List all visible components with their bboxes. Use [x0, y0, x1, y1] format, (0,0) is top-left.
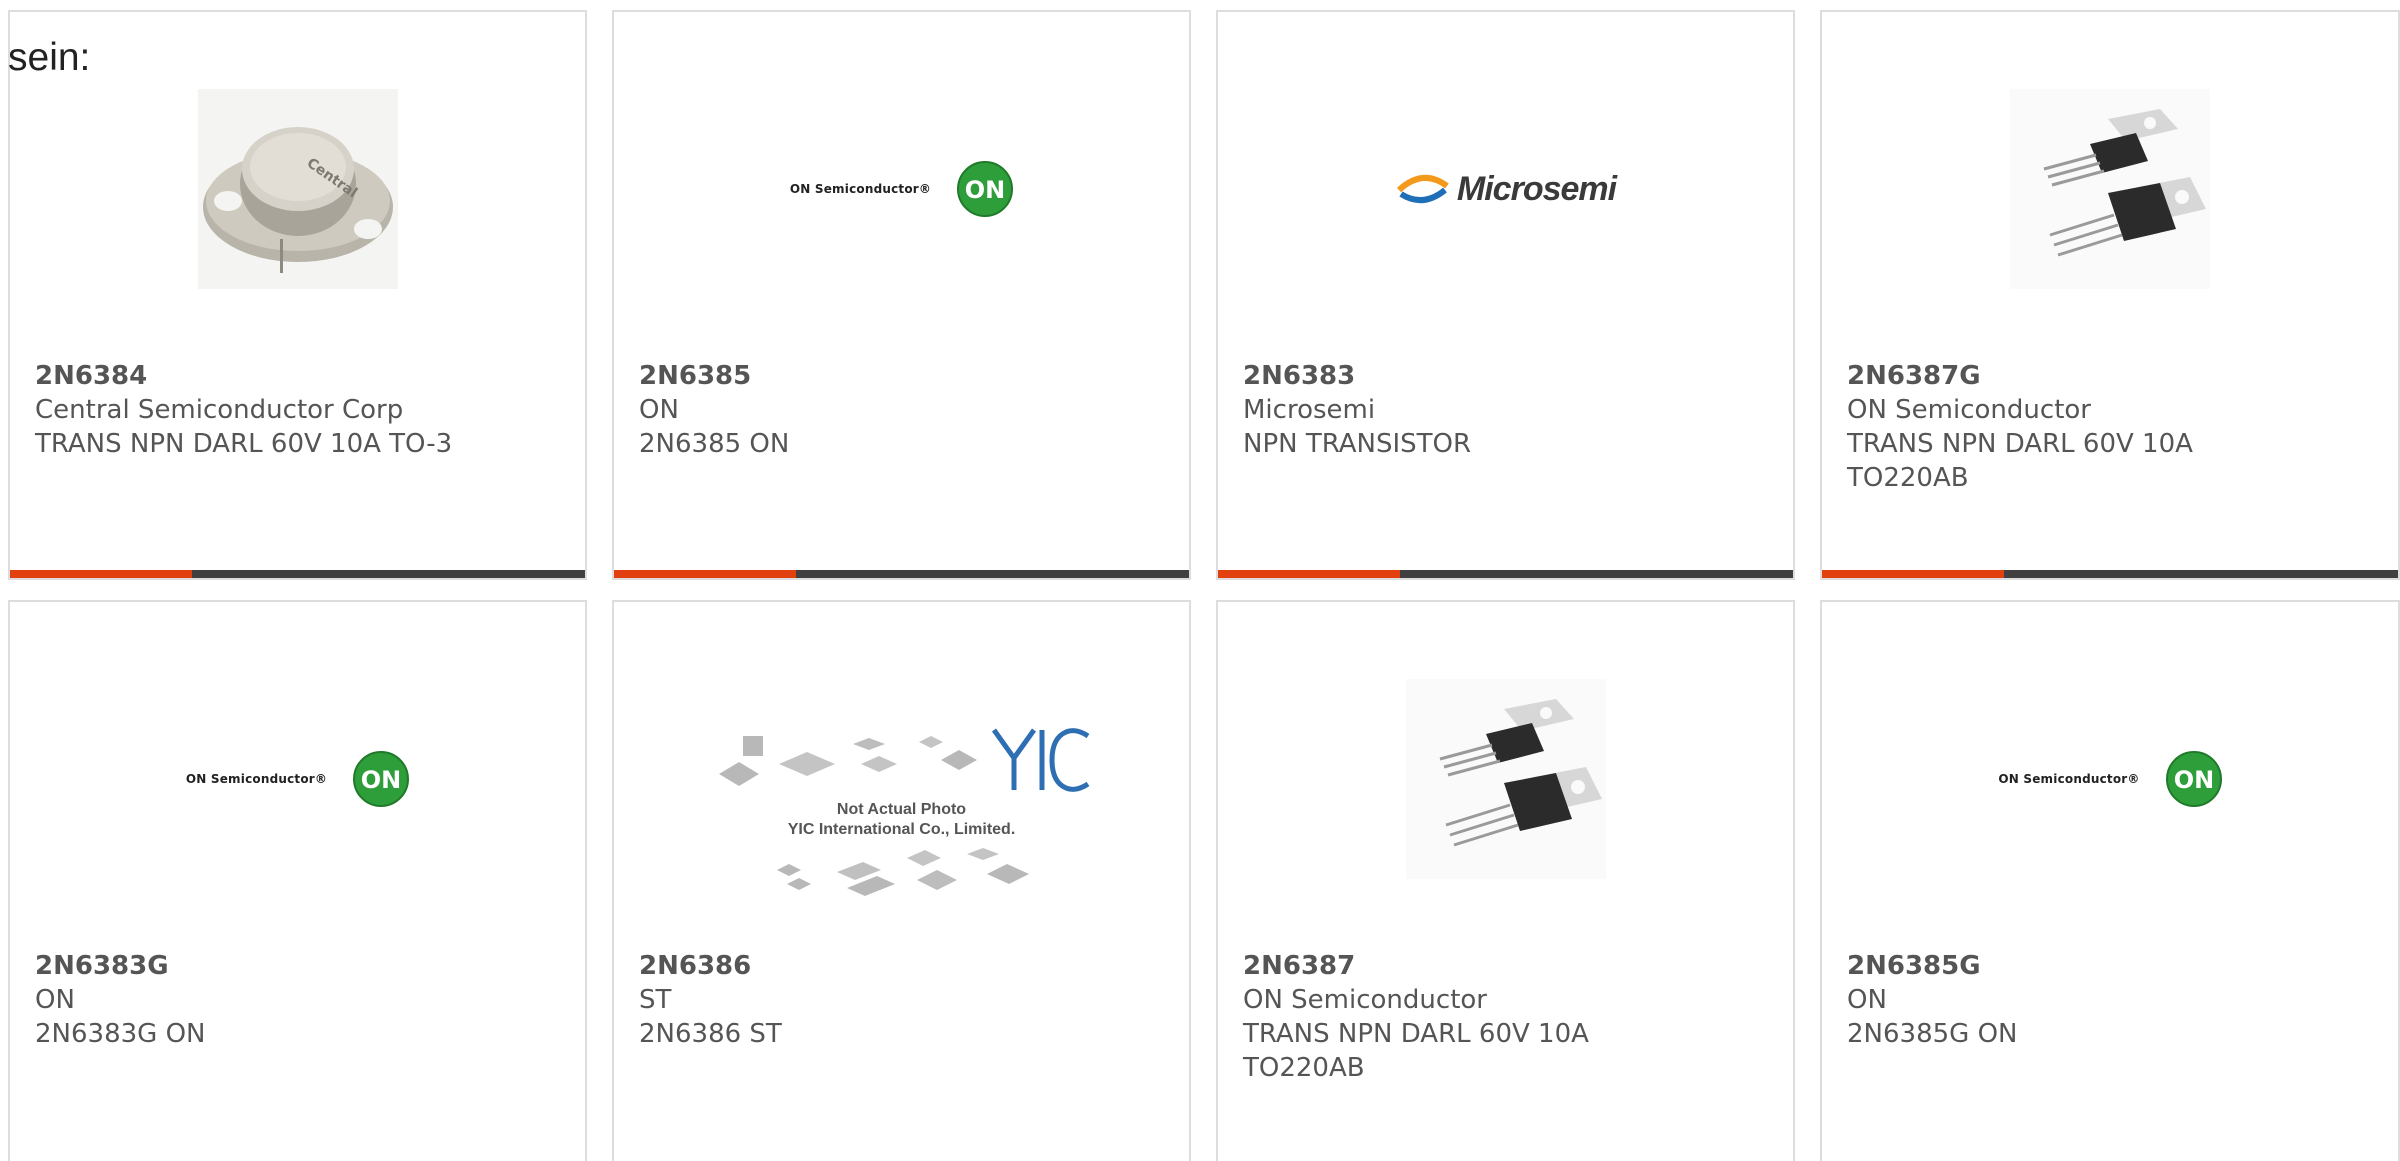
- part-number[interactable]: 2N6384: [35, 359, 565, 393]
- product-image[interactable]: [1218, 670, 1793, 888]
- manufacturer-name: ON: [639, 395, 679, 425]
- on-badge-text: ON: [2173, 766, 2214, 794]
- product-card[interactable]: Central 2N6384 Central Semiconductor Cor…: [8, 10, 587, 580]
- product-card[interactable]: 2N6387 ON Semiconductor TRANS NPN DARL 6…: [1216, 600, 1795, 1161]
- card-bottom-bar: [1218, 570, 1793, 578]
- part-number[interactable]: 2N6385: [639, 359, 1169, 393]
- card-accent-bar: [614, 570, 796, 578]
- on-semiconductor-logo: ON Semiconductor® ON: [1998, 751, 2222, 807]
- product-image[interactable]: Central: [10, 80, 585, 298]
- manufacturer-name: ON: [1847, 985, 1887, 1015]
- part-number[interactable]: 2N6387G: [1847, 359, 2378, 393]
- product-description: 2N6385G ON: [1847, 1019, 2018, 1049]
- manufacturer-name: ON: [35, 985, 75, 1015]
- product-description: TRANS NPN DARL 60V 10A TO-3: [35, 429, 453, 459]
- to3-transistor-photo: Central: [197, 89, 398, 289]
- part-number[interactable]: 2N6387: [1243, 949, 1773, 983]
- microsemi-wordmark: Microsemi: [1456, 169, 1617, 208]
- card-accent-bar: [1218, 570, 1400, 578]
- manufacturer-name: Central Semiconductor Corp: [35, 395, 404, 425]
- card-accent-bar: [10, 570, 192, 578]
- product-card[interactable]: Not Actual Photo YIC International Co., …: [612, 600, 1191, 1161]
- card-bottom-bar: [1822, 570, 2398, 578]
- product-image[interactable]: ON Semiconductor® ON: [1822, 670, 2398, 888]
- ic-chips-top-icon: [718, 736, 977, 786]
- part-number[interactable]: 2N6383: [1243, 359, 1773, 393]
- product-description: 2N6385 ON: [639, 429, 790, 459]
- product-image[interactable]: [1822, 80, 2398, 298]
- product-description: TRANS NPN DARL 60V 10A TO220AB: [1243, 1019, 1589, 1083]
- product-card[interactable]: ON Semiconductor® ON 2N6385G ON 2N6385G …: [1820, 600, 2400, 1161]
- to220-transistor-photo: [1405, 679, 1606, 879]
- on-badge-icon: ON: [2165, 751, 2222, 807]
- product-image[interactable]: ON Semiconductor® ON: [10, 670, 585, 888]
- microsemi-swirl-icon: [1396, 175, 1449, 203]
- manufacturer-name: ST: [639, 985, 672, 1015]
- part-number[interactable]: 2N6383G: [35, 949, 565, 983]
- to220-transistor-photo: [2010, 89, 2210, 289]
- product-image[interactable]: Microsemi: [1218, 80, 1793, 298]
- product-description: NPN TRANSISTOR: [1243, 429, 1472, 459]
- yic-company-caption: YIC International Co., Limited.: [787, 821, 1016, 838]
- manufacturer-name: Microsemi: [1243, 395, 1376, 425]
- on-badge-icon: ON: [353, 751, 410, 807]
- manufacturer-name: ON Semiconductor: [1847, 395, 2091, 425]
- microsemi-logo: Microsemi: [1395, 169, 1617, 209]
- card-bottom-bar: [10, 570, 585, 578]
- product-card[interactable]: ON Semiconductor® ON 2N6383G ON 2N6383G …: [8, 600, 587, 1161]
- card-accent-bar: [1822, 570, 2004, 578]
- product-card[interactable]: Microsemi 2N6383 Microsemi NPN TRANSISTO…: [1216, 10, 1795, 580]
- yic-logo-icon: [992, 728, 1090, 792]
- product-image[interactable]: Not Actual Photo YIC International Co., …: [614, 690, 1189, 940]
- product-description: 2N6386 ST: [639, 1019, 782, 1049]
- on-semiconductor-logo: ON Semiconductor® ON: [789, 161, 1014, 217]
- logo-text: ON Semiconductor®: [185, 772, 328, 786]
- manufacturer-name: ON Semiconductor: [1243, 985, 1487, 1015]
- card-bottom-bar: [614, 570, 1189, 578]
- ic-chips-bottom-icon: [776, 848, 1029, 896]
- on-semiconductor-logo: ON Semiconductor® ON: [185, 751, 410, 807]
- on-badge-text: ON: [965, 176, 1006, 204]
- part-number[interactable]: 2N6385G: [1847, 949, 2378, 983]
- yic-placeholder-image: Not Actual Photo YIC International Co., …: [709, 724, 1094, 906]
- on-badge-text: ON: [361, 766, 402, 794]
- product-card[interactable]: ON Semiconductor® ON 2N6385 ON 2N6385 ON: [612, 10, 1191, 580]
- product-description: TRANS NPN DARL 60V 10A TO220AB: [1847, 429, 2193, 493]
- logo-text: ON Semiconductor®: [789, 182, 932, 196]
- on-badge-icon: ON: [957, 161, 1014, 217]
- product-description: 2N6383G ON: [35, 1019, 206, 1049]
- logo-text: ON Semiconductor®: [1998, 772, 2140, 786]
- product-image[interactable]: ON Semiconductor® ON: [614, 80, 1189, 298]
- product-card[interactable]: 2N6387G ON Semiconductor TRANS NPN DARL …: [1820, 10, 2400, 580]
- part-number[interactable]: 2N6386: [639, 949, 1169, 983]
- intro-text: sein:: [8, 36, 91, 79]
- not-actual-photo-caption: Not Actual Photo: [836, 801, 967, 818]
